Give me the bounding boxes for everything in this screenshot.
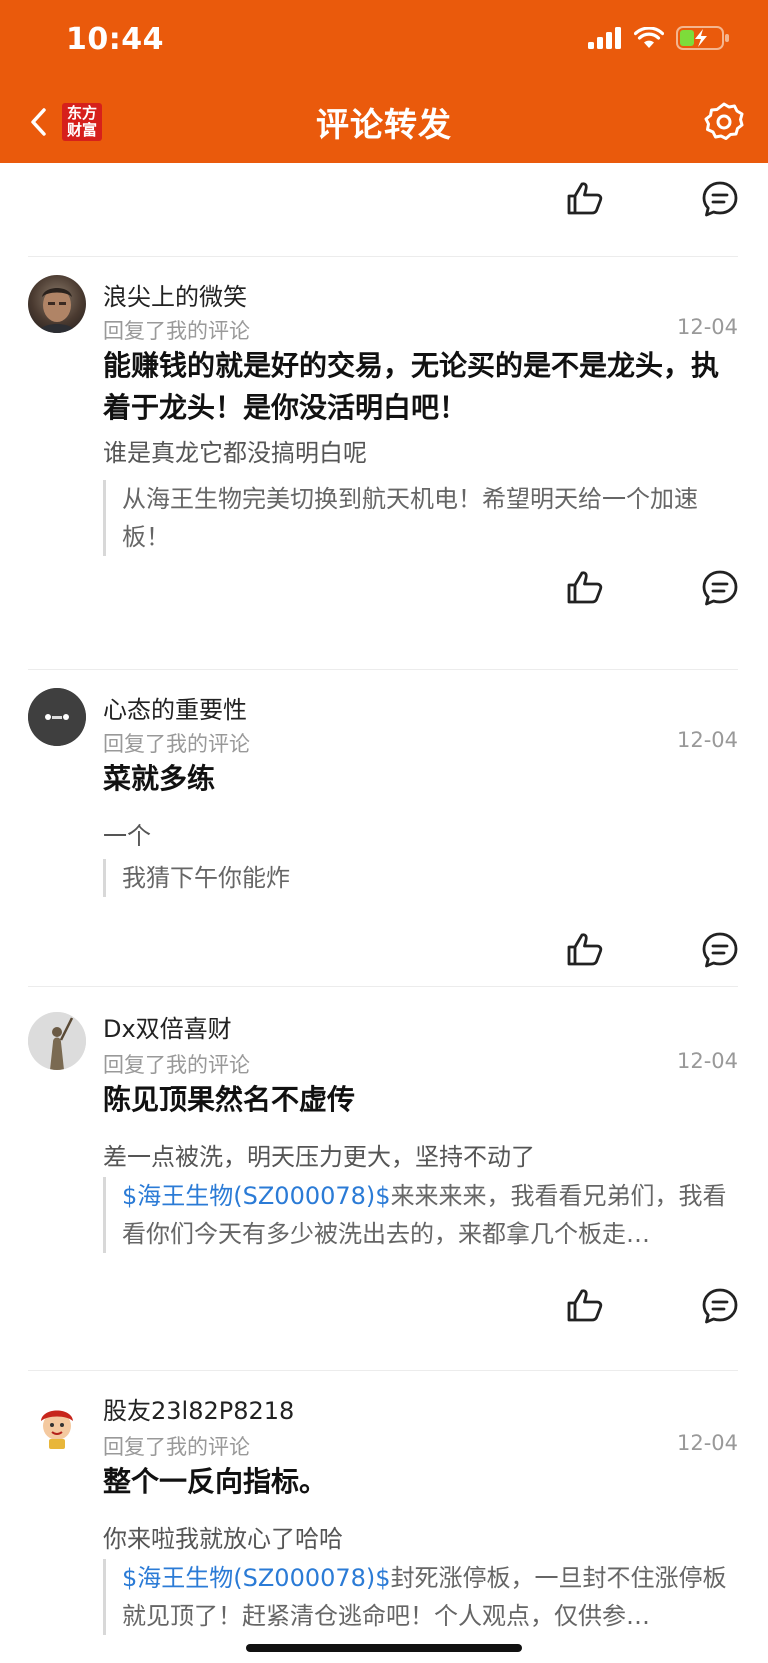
like-icon[interactable] xyxy=(565,179,605,219)
reply-text: 整个一反向指标。 xyxy=(103,1465,328,1498)
comment-card[interactable]: 心态的重要性 回复了我的评论 12-04 菜就多练 一个 我猜下午你能炸 xyxy=(0,670,768,990)
reply-subtitle: 回复了我的评论 xyxy=(103,319,250,343)
avatar-image xyxy=(28,1012,86,1070)
status-icons xyxy=(588,26,732,50)
timestamp: 12-04 xyxy=(676,315,738,339)
wifi-icon xyxy=(634,27,664,48)
username[interactable]: Dx双倍喜财 xyxy=(103,1009,232,1044)
comment-icon[interactable] xyxy=(700,568,740,608)
comment-icon[interactable] xyxy=(700,1286,740,1326)
quoted-post[interactable]: 我猜下午你能炸 xyxy=(103,859,732,897)
avatar[interactable] xyxy=(28,688,86,746)
signal-icon xyxy=(588,27,621,49)
username[interactable]: 心态的重要性 xyxy=(103,690,247,725)
username[interactable]: 浪尖上的微笑 xyxy=(103,277,247,312)
reply-subtitle: 回复了我的评论 xyxy=(103,732,250,756)
my-comment: 你来啦我就放心了哈哈 xyxy=(103,1525,343,1553)
timestamp: 12-04 xyxy=(676,728,738,752)
top-bar: 10:44 东方 财富 评论转发 xyxy=(0,0,768,163)
avatar[interactable] xyxy=(28,1012,86,1070)
reply-subtitle: 回复了我的评论 xyxy=(103,1053,250,1077)
comment-card[interactable]: 浪尖上的微笑 回复了我的评论 12-04 能赚钱的就是好的交易，无论买的是不是龙… xyxy=(0,257,768,657)
avatar-image xyxy=(28,688,86,746)
reply-subtitle: 回复了我的评论 xyxy=(103,1435,250,1459)
comment-card[interactable]: Dx双倍喜财 回复了我的评论 12-04 陈见顶果然名不虚传 差一点被洗，明天压… xyxy=(0,987,768,1327)
stock-link[interactable]: $海王生物(SZ000078)$ xyxy=(122,1564,391,1592)
quote-text: 我猜下午你能炸 xyxy=(122,864,290,892)
comment-icon[interactable] xyxy=(700,930,740,970)
timestamp: 12-04 xyxy=(676,1431,738,1455)
home-indicator[interactable] xyxy=(246,1644,522,1652)
comment-card[interactable]: 股友23l82P8218 回复了我的评论 12-04 整个一反向指标。 你来啦我… xyxy=(0,1371,768,1663)
my-comment: 谁是真龙它都没搞明白呢 xyxy=(103,439,367,467)
like-icon[interactable] xyxy=(565,1286,605,1326)
settings-icon[interactable] xyxy=(702,100,746,144)
my-comment: 一个 xyxy=(103,822,151,850)
avatar-image xyxy=(41,1410,73,1449)
quoted-post[interactable]: 从海王生物完美切换到航天机电！希望明天给一个加速板！ xyxy=(103,480,732,556)
reply-text: 菜就多练 xyxy=(103,762,216,795)
avatar-image xyxy=(38,288,76,333)
avatar[interactable] xyxy=(28,275,86,333)
status-time: 10:44 xyxy=(66,22,164,57)
stock-link[interactable]: $海王生物(SZ000078)$ xyxy=(122,1182,391,1210)
quote-text: 从海王生物完美切换到航天机电！希望明天给一个加速板！ xyxy=(122,485,698,551)
like-icon[interactable] xyxy=(565,568,605,608)
quoted-post[interactable]: $海王生物(SZ000078)$封死涨停板，一旦封不住涨停板就见顶了！赶紧清仓逃… xyxy=(103,1559,732,1635)
quoted-post[interactable]: $海王生物(SZ000078)$来来来来，我看看兄弟们，我看看你们今天有多少被洗… xyxy=(103,1177,732,1253)
reply-text: 陈见顶果然名不虚传 xyxy=(103,1083,356,1116)
username[interactable]: 股友23l82P8218 xyxy=(103,1391,294,1426)
battery-charging-icon xyxy=(676,26,729,50)
timestamp: 12-04 xyxy=(676,1049,738,1073)
reply-text: 能赚钱的就是好的交易，无论买的是不是龙头，执着于龙头！是你没活明白吧！ xyxy=(103,349,720,424)
page-title: 评论转发 xyxy=(316,105,452,144)
comment-icon[interactable] xyxy=(700,179,740,219)
like-icon[interactable] xyxy=(565,930,605,970)
my-comment: 差一点被洗，明天压力更大，坚持不动了 xyxy=(103,1143,535,1171)
avatar[interactable] xyxy=(28,1393,86,1451)
